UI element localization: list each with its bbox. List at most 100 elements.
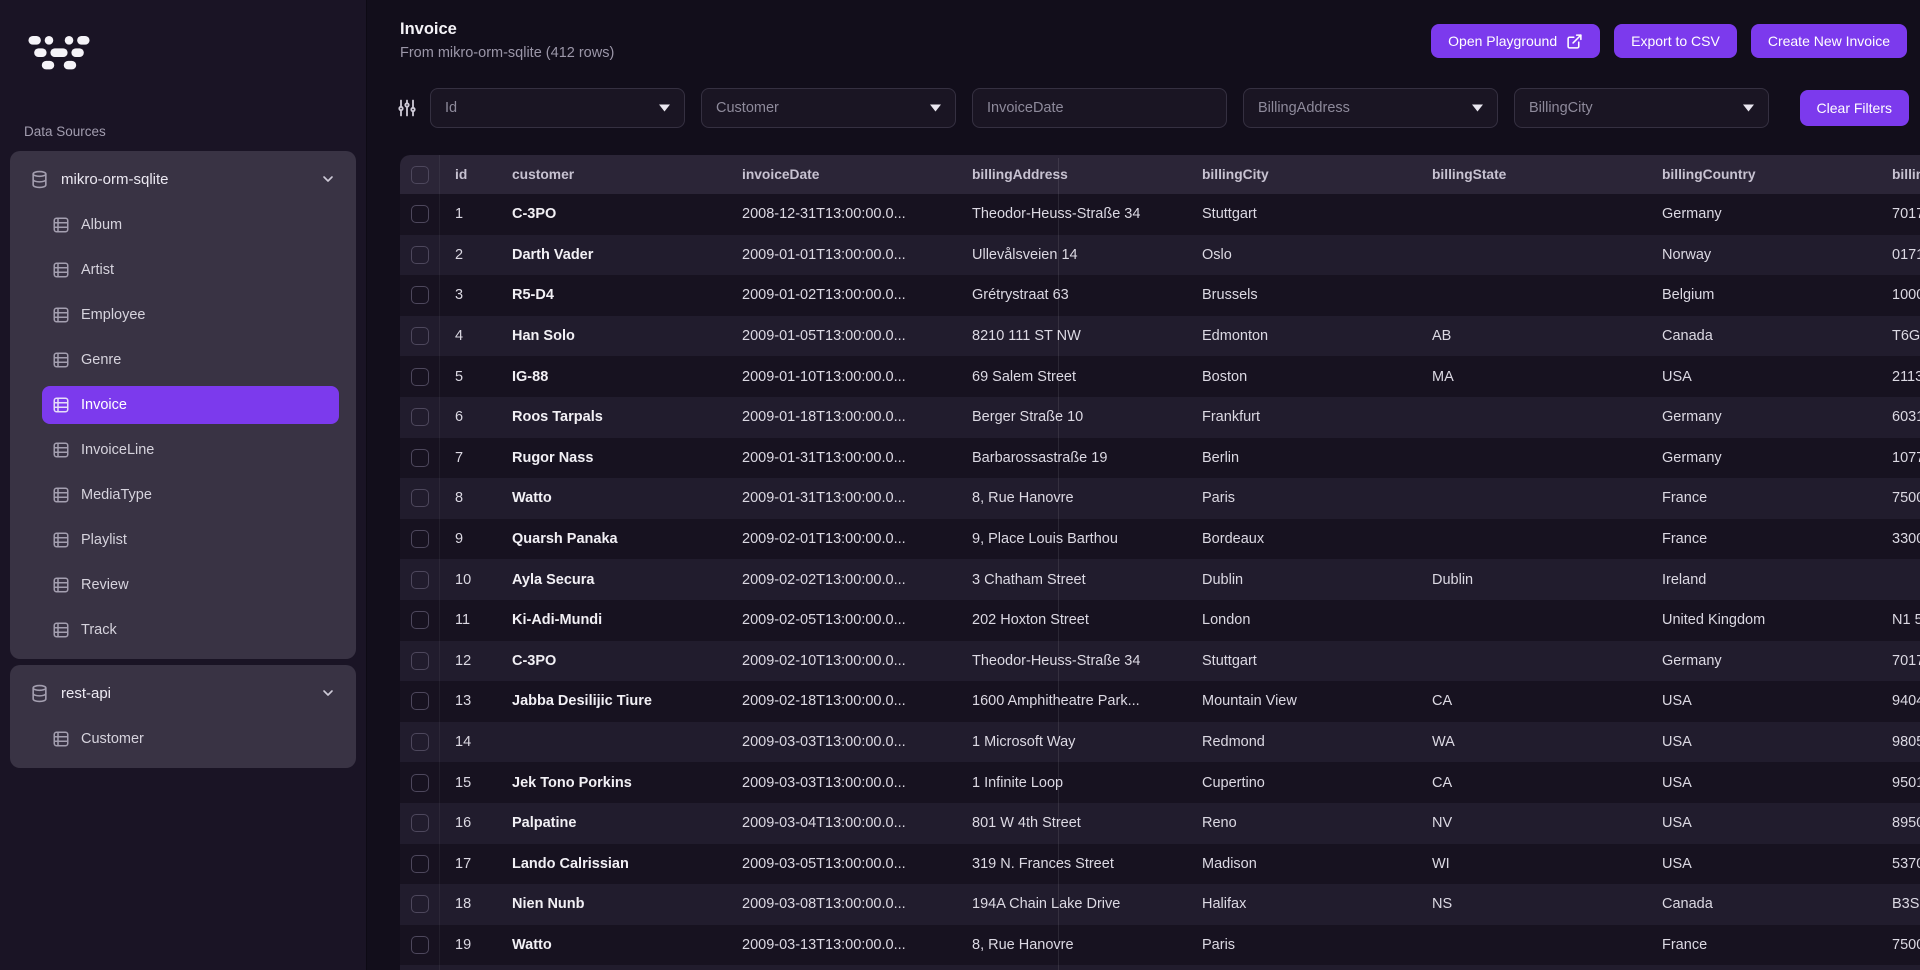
- filter-dropdown-billingaddress[interactable]: BillingAddress: [1243, 88, 1498, 128]
- table-row[interactable]: 1C-3PO2008-12-31T13:00:00.0...Theodor-He…: [400, 194, 1920, 235]
- sidebar-item-track[interactable]: Track: [42, 611, 339, 649]
- table-row[interactable]: 11Ki-Adi-Mundi2009-02-05T13:00:00.0...20…: [400, 600, 1920, 641]
- sidebar-item-label: Artist: [81, 262, 114, 278]
- datasource-group: mikro-orm-sqlite Album Artist Employee Genre…: [10, 151, 356, 659]
- cell-billingCity: Oslo: [1187, 247, 1417, 263]
- sidebar-item-review[interactable]: Review: [42, 566, 339, 604]
- row-checkbox[interactable]: [411, 733, 429, 751]
- export-to-csv-button[interactable]: Export to CSV: [1614, 24, 1737, 58]
- sidebar-item-mediatype[interactable]: MediaType: [42, 476, 339, 514]
- row-select-cell: [400, 356, 440, 397]
- create-new-invoice-button[interactable]: Create New Invoice: [1751, 24, 1907, 58]
- table-row[interactable]: 9Quarsh Panaka2009-02-01T13:00:00.0...9,…: [400, 519, 1920, 560]
- cell-billingPostalCode: 1000: [1877, 287, 1920, 303]
- cell-billingPostalCode: 98052-8300: [1877, 734, 1920, 750]
- sidebar-item-artist[interactable]: Artist: [42, 251, 339, 289]
- cell-customer: Jek Tono Porkins: [497, 775, 727, 791]
- column-header-billingPostalCode[interactable]: billingPostalCode: [1877, 167, 1920, 182]
- row-checkbox[interactable]: [411, 327, 429, 345]
- column-header-billingState[interactable]: billingState: [1417, 167, 1647, 182]
- table-row[interactable]: 2Darth Vader2009-01-01T13:00:00.0...Ulle…: [400, 235, 1920, 276]
- table-row[interactable]: 13Jabba Desilijic Tiure2009-02-18T13:00:…: [400, 681, 1920, 722]
- row-checkbox[interactable]: [411, 368, 429, 386]
- sidebar-item-album[interactable]: Album: [42, 206, 339, 244]
- table-row[interactable]: 4Han Solo2009-01-05T13:00:00.0...8210 11…: [400, 316, 1920, 357]
- row-checkbox[interactable]: [411, 530, 429, 548]
- row-checkbox[interactable]: [411, 936, 429, 954]
- sidebar-item-invoiceline[interactable]: InvoiceLine: [42, 431, 339, 469]
- sidebar-item-customer[interactable]: Customer: [42, 720, 339, 758]
- filter-input-invoicedate[interactable]: [972, 88, 1227, 128]
- cell-billingCity: Madison: [1187, 856, 1417, 872]
- sidebar-item-genre[interactable]: Genre: [42, 341, 339, 379]
- row-checkbox[interactable]: [411, 611, 429, 629]
- datasource-group-header[interactable]: rest-api: [18, 673, 348, 713]
- row-checkbox[interactable]: [411, 449, 429, 467]
- data-sources-label: Data Sources: [24, 124, 366, 139]
- filter-dropdown-id[interactable]: Id: [430, 88, 685, 128]
- column-header-billingAddress[interactable]: billingAddress: [957, 167, 1187, 182]
- row-checkbox[interactable]: [411, 408, 429, 426]
- main-content: Invoice From mikro-orm-sqlite (412 rows)…: [367, 0, 1920, 970]
- row-checkbox[interactable]: [411, 692, 429, 710]
- column-header-billingCountry[interactable]: billingCountry: [1647, 167, 1877, 182]
- column-header-invoiceDate[interactable]: invoiceDate: [727, 167, 957, 182]
- column-header-id[interactable]: id: [440, 167, 497, 182]
- cell-billingCity: Cupertino: [1187, 775, 1417, 791]
- table-row[interactable]: 15Jek Tono Porkins2009-03-03T13:00:00.0.…: [400, 762, 1920, 803]
- cell-billingCountry: France: [1647, 531, 1877, 547]
- table-row[interactable]: 16Palpatine2009-03-04T13:00:00.0...801 W…: [400, 803, 1920, 844]
- table-row-partial: [400, 965, 1920, 970]
- filter-controls: Id Customer BillingAddress BillingCity: [430, 88, 1785, 128]
- table-row[interactable]: 19Watto2009-03-13T13:00:00.0...8, Rue Ha…: [400, 925, 1920, 966]
- table-row[interactable]: 8Watto2009-01-31T13:00:00.0...8, Rue Han…: [400, 478, 1920, 519]
- table-row[interactable]: 142009-03-03T13:00:00.0...1 Microsoft Wa…: [400, 722, 1920, 763]
- row-checkbox[interactable]: [411, 246, 429, 264]
- cell-customer: Nien Nunb: [497, 896, 727, 912]
- filter-dropdown-customer[interactable]: Customer: [701, 88, 956, 128]
- table-row[interactable]: 10Ayla Secura2009-02-02T13:00:00.0...3 C…: [400, 559, 1920, 600]
- filter-sliders-icon[interactable]: [397, 98, 417, 118]
- cell-billingCity: Dublin: [1187, 572, 1417, 588]
- cell-billingCity: Stuttgart: [1187, 653, 1417, 669]
- row-checkbox[interactable]: [411, 205, 429, 223]
- cell-billingAddress: 194A Chain Lake Drive: [957, 896, 1187, 912]
- cell-id: 13: [440, 693, 497, 709]
- row-checkbox[interactable]: [411, 652, 429, 670]
- row-checkbox[interactable]: [411, 895, 429, 913]
- cell-invoiceDate: 2009-01-18T13:00:00.0...: [727, 409, 957, 425]
- cell-billingCountry: Germany: [1647, 450, 1877, 466]
- column-header-customer[interactable]: customer: [497, 167, 727, 182]
- row-checkbox[interactable]: [411, 814, 429, 832]
- select-all-checkbox[interactable]: [411, 166, 429, 184]
- row-checkbox[interactable]: [411, 489, 429, 507]
- sidebar-item-label: Review: [81, 577, 129, 593]
- table-row[interactable]: 18Nien Nunb2009-03-08T13:00:00.0...194A …: [400, 884, 1920, 925]
- cell-billingCity: Reno: [1187, 815, 1417, 831]
- table-row[interactable]: 7Rugor Nass2009-01-31T13:00:00.0...Barba…: [400, 438, 1920, 479]
- table-row[interactable]: 5IG-882009-01-10T13:00:00.0...69 Salem S…: [400, 356, 1920, 397]
- table-row[interactable]: 12C-3PO2009-02-10T13:00:00.0...Theodor-H…: [400, 641, 1920, 682]
- table-row[interactable]: 3R5-D42009-01-02T13:00:00.0...Grétrystra…: [400, 275, 1920, 316]
- sidebar-item-employee[interactable]: Employee: [42, 296, 339, 334]
- row-checkbox[interactable]: [411, 855, 429, 873]
- cell-invoiceDate: 2008-12-31T13:00:00.0...: [727, 206, 957, 222]
- row-checkbox[interactable]: [411, 286, 429, 304]
- filter-dropdown-label: BillingAddress: [1258, 100, 1350, 116]
- sidebar-item-invoice[interactable]: Invoice: [42, 386, 339, 424]
- column-header-billingCity[interactable]: billingCity: [1187, 167, 1417, 182]
- datasource-group-header[interactable]: mikro-orm-sqlite: [18, 159, 348, 199]
- open-playground-button[interactable]: Open Playground: [1431, 24, 1600, 58]
- cell-billingPostalCode: T6G 2C7: [1877, 328, 1920, 344]
- cell-billingCity: Paris: [1187, 937, 1417, 953]
- table-row[interactable]: 17Lando Calrissian2009-03-05T13:00:00.0.…: [400, 844, 1920, 885]
- table-row[interactable]: 6Roos Tarpals2009-01-18T13:00:00.0...Ber…: [400, 397, 1920, 438]
- clear-filters-button[interactable]: Clear Filters: [1800, 90, 1909, 126]
- row-checkbox[interactable]: [411, 774, 429, 792]
- filter-dropdown-billingcity[interactable]: BillingCity: [1514, 88, 1769, 128]
- cell-invoiceDate: 2009-02-18T13:00:00.0...: [727, 693, 957, 709]
- row-select-cell: [400, 316, 440, 357]
- sidebar-item-playlist[interactable]: Playlist: [42, 521, 339, 559]
- row-checkbox[interactable]: [411, 571, 429, 589]
- row-select-cell: [400, 235, 440, 276]
